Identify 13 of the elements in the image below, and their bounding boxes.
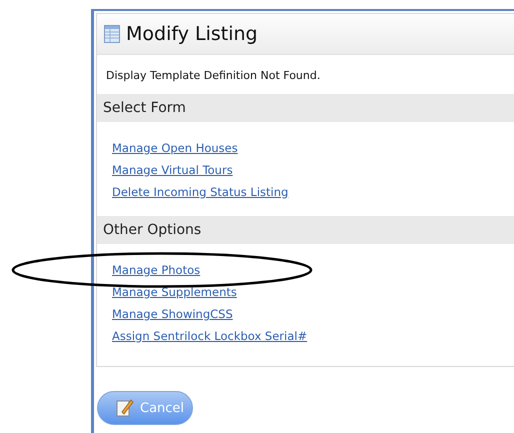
section-heading: Select Form: [97, 94, 514, 122]
option-link[interactable]: Manage ShowingCSS: [112, 306, 233, 322]
option-link[interactable]: Assign Sentrilock Lockbox Serial#: [112, 328, 308, 344]
status-message: Display Template Definition Not Found.: [105, 68, 322, 84]
option-link[interactable]: Manage Photos: [112, 262, 200, 278]
panel-title: Modify Listing: [126, 23, 258, 45]
section-heading: Other Options: [97, 216, 514, 244]
pencil-icon: [116, 398, 134, 418]
table-icon: [104, 25, 120, 43]
option-link[interactable]: Delete Incoming Status Listing: [112, 184, 288, 200]
option-link[interactable]: Manage Supplements: [112, 284, 237, 300]
option-link[interactable]: Manage Virtual Tours: [112, 162, 233, 178]
option-link[interactable]: Manage Open Houses: [112, 140, 238, 156]
